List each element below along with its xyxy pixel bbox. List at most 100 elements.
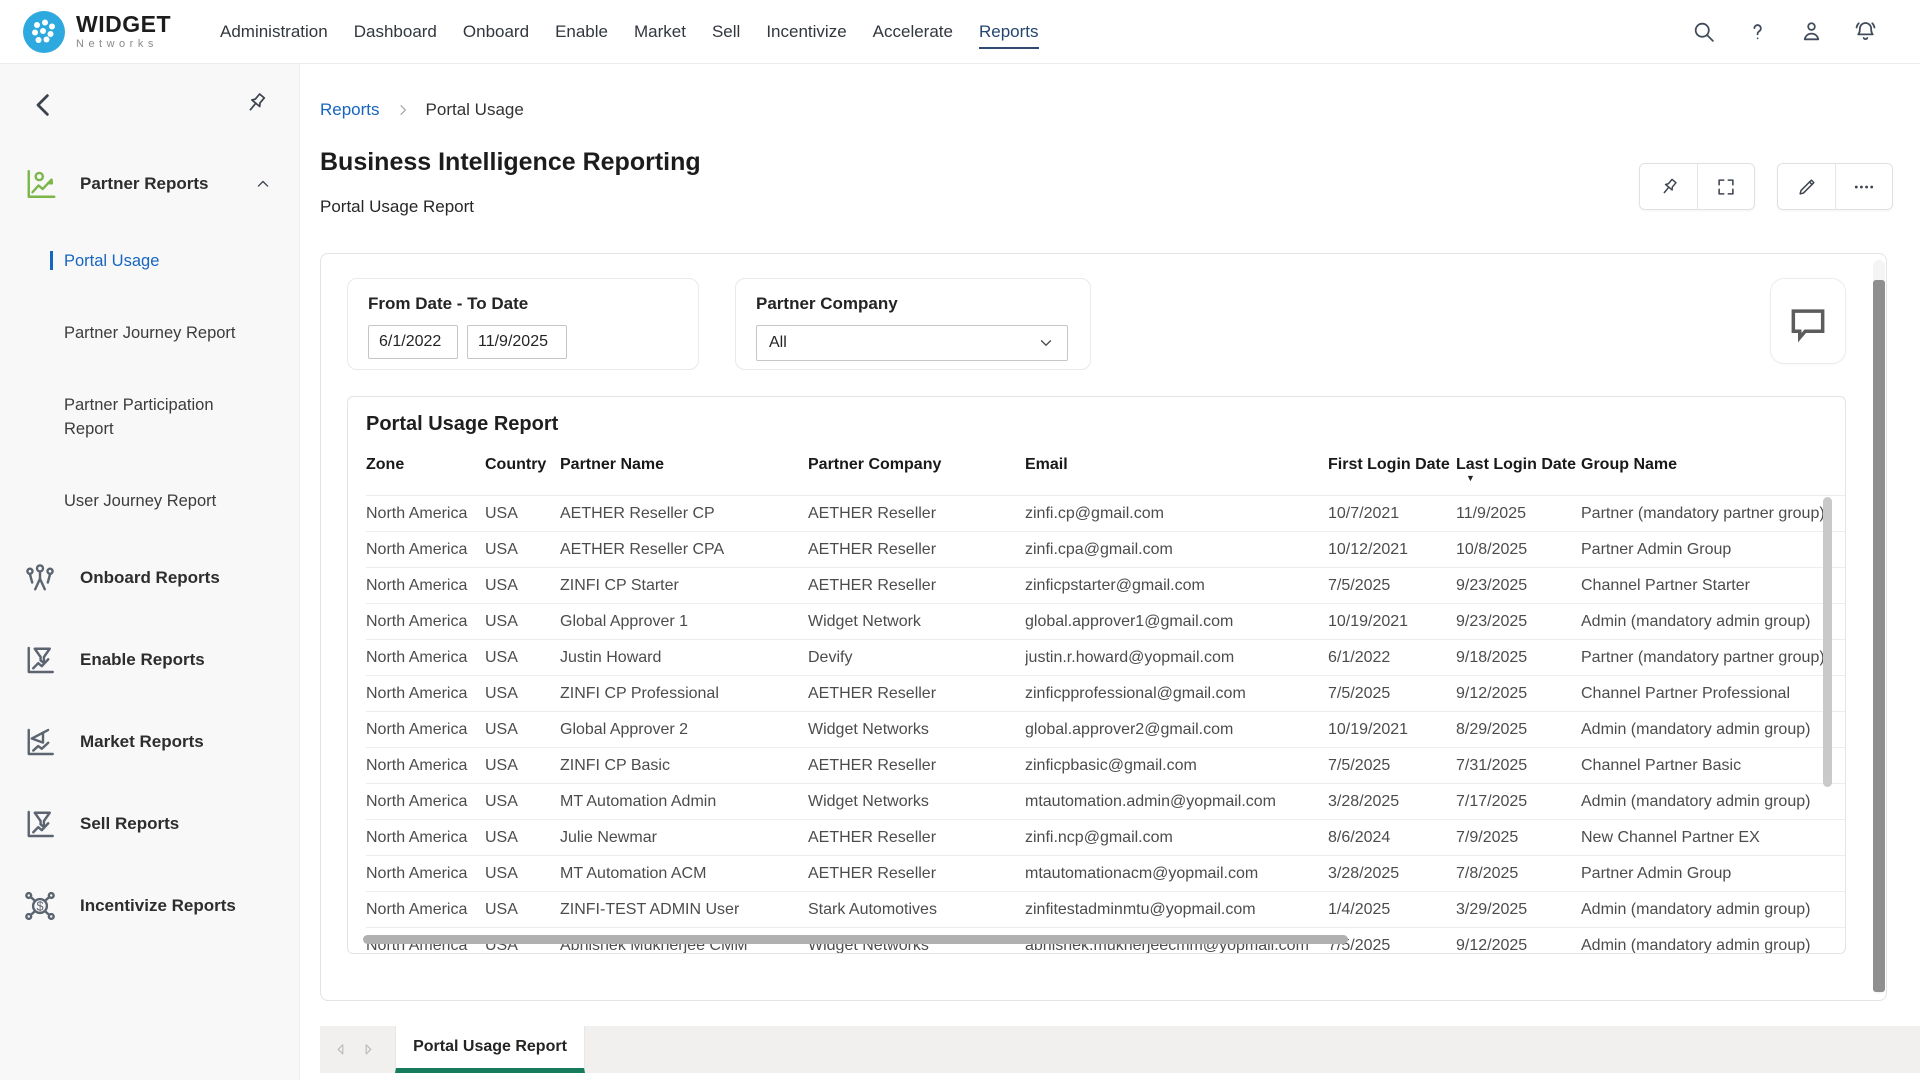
report-tab-strip: Portal Usage Report — [320, 1026, 1920, 1073]
table-cell: Devify — [808, 649, 1025, 667]
table-cell: ZINFI-TEST ADMIN User — [560, 901, 808, 919]
sidebar-section-label: Incentivize Reports — [80, 896, 236, 916]
nav-item-market[interactable]: Market — [621, 17, 699, 47]
table-cell: 10/19/2021 — [1328, 613, 1456, 631]
nav-item-accelerate[interactable]: Accelerate — [860, 17, 966, 47]
table-row[interactable]: North AmericaUSAZINFI CP BasicAETHER Res… — [366, 747, 1845, 783]
column-header-zone[interactable]: Zone — [366, 448, 485, 495]
nav-item-onboard[interactable]: Onboard — [450, 17, 542, 47]
notifications-icon[interactable] — [1853, 19, 1878, 44]
svg-text:$: $ — [36, 898, 43, 913]
table-cell: 10/8/2025 — [1456, 541, 1581, 559]
user-icon[interactable] — [1799, 19, 1824, 44]
tab-next-icon[interactable] — [363, 1043, 374, 1056]
table-cell: 9/12/2025 — [1456, 937, 1581, 955]
brand-name: WIDGET — [76, 13, 171, 36]
table-cell: North America — [366, 865, 485, 883]
tab-prev-icon[interactable] — [335, 1043, 346, 1056]
table-cell: North America — [366, 541, 485, 559]
table-cell: USA — [485, 685, 560, 703]
sell-reports-icon — [22, 806, 58, 842]
column-header-partner-company[interactable]: Partner Company — [808, 448, 1025, 495]
table-cell: 9/23/2025 — [1456, 577, 1581, 595]
table-row[interactable]: North AmericaUSAGlobal Approver 2Widget … — [366, 711, 1845, 747]
sidebar-item-partner-journey-report[interactable]: Partner Journey Report — [64, 322, 261, 346]
table-cell: 8/29/2025 — [1456, 721, 1581, 739]
table-row[interactable]: North AmericaUSAJulie NewmarAETHER Resel… — [366, 819, 1845, 855]
help-icon[interactable] — [1745, 19, 1770, 44]
back-icon[interactable] — [28, 90, 58, 120]
table-cell: Partner Admin Group — [1581, 541, 1845, 559]
nav-item-sell[interactable]: Sell — [699, 17, 753, 47]
nav-item-enable[interactable]: Enable — [542, 17, 621, 47]
table-cell: USA — [485, 721, 560, 739]
fullscreen-button[interactable] — [1697, 164, 1754, 209]
table-cell: zinfi.cp@gmail.com — [1025, 505, 1328, 523]
table-cell: Global Approver 1 — [560, 613, 808, 631]
table-title: Portal Usage Report — [366, 413, 1845, 436]
column-header-email[interactable]: Email — [1025, 448, 1328, 495]
sidebar-item-portal-usage[interactable]: Portal Usage — [64, 250, 261, 274]
column-header-first-login-date[interactable]: First Login Date — [1328, 448, 1456, 495]
table-cell: zinfi.ncp@gmail.com — [1025, 829, 1328, 847]
sidebar-section-onboard-reports[interactable]: Onboard Reports — [0, 560, 299, 596]
pin-sidebar-icon[interactable] — [243, 90, 269, 116]
table-cell: mtautomation.admin@yopmail.com — [1025, 793, 1328, 811]
nav-item-dashboard[interactable]: Dashboard — [341, 17, 450, 47]
sidebar-section-enable-reports[interactable]: Enable Reports — [0, 642, 299, 678]
breadcrumb-reports-link[interactable]: Reports — [320, 100, 380, 120]
table-cell: North America — [366, 649, 485, 667]
edit-report-button[interactable] — [1778, 164, 1835, 209]
table-row[interactable]: North AmericaUSAAETHER Reseller CPAETHER… — [366, 495, 1845, 531]
table-row[interactable]: North AmericaUSAGlobal Approver 1Widget … — [366, 603, 1845, 639]
table-cell: USA — [485, 541, 560, 559]
table-row[interactable]: North AmericaUSAMT Automation ACMAETHER … — [366, 855, 1845, 891]
sidebar-section-sell-reports[interactable]: Sell Reports — [0, 806, 299, 842]
report-toolbar — [1639, 163, 1893, 210]
table-row[interactable]: North AmericaUSAZINFI CP ProfessionalAET… — [366, 675, 1845, 711]
sidebar-section-partner-reports[interactable]: Partner Reports — [0, 166, 299, 202]
sidebar-item-partner-participation-report[interactable]: Partner Participation Report — [64, 394, 261, 442]
column-header-group-name[interactable]: Group Name — [1581, 448, 1845, 495]
table-cell: zinficpprofessional@gmail.com — [1025, 685, 1328, 703]
table-row[interactable]: North AmericaUSAMT Automation AdminWidge… — [366, 783, 1845, 819]
comment-bubble-icon — [1786, 301, 1830, 341]
comments-button[interactable] — [1770, 278, 1846, 364]
brand-logo[interactable]: WIDGET Networks — [22, 10, 171, 54]
nav-item-incentivize[interactable]: Incentivize — [753, 17, 859, 47]
table-cell: 11/9/2025 — [1456, 505, 1581, 523]
nav-item-administration[interactable]: Administration — [207, 17, 341, 47]
table-cell: ZINFI CP Basic — [560, 757, 808, 775]
table-cell: 3/28/2025 — [1328, 793, 1456, 811]
primary-nav: AdministrationDashboardOnboardEnableMark… — [207, 0, 1052, 63]
table-row[interactable]: North AmericaUSAJustin HowardDevifyjusti… — [366, 639, 1845, 675]
more-options-button[interactable] — [1835, 164, 1892, 209]
sidebar-section-market-reports[interactable]: Market Reports — [0, 724, 299, 760]
column-header-country[interactable]: Country — [485, 448, 560, 495]
to-date-input[interactable] — [467, 325, 567, 359]
chevron-up-icon[interactable] — [253, 174, 273, 194]
sidebar-section-incentivize-reports[interactable]: $ Incentivize Reports — [0, 888, 299, 924]
column-header-last-login-date[interactable]: Last Login Date▼ — [1456, 448, 1581, 495]
column-header-partner-name[interactable]: Partner Name — [560, 448, 808, 495]
table-cell: Admin (mandatory admin group) — [1581, 613, 1845, 631]
search-icon[interactable] — [1691, 19, 1716, 44]
table-cell: AETHER Reseller — [808, 577, 1025, 595]
table-cell: USA — [485, 613, 560, 631]
table-cell: AETHER Reseller — [808, 685, 1025, 703]
partner-company-select[interactable]: All — [756, 325, 1068, 361]
pin-report-button[interactable] — [1640, 164, 1697, 209]
from-date-input[interactable] — [368, 325, 458, 359]
nav-item-reports[interactable]: Reports — [966, 17, 1052, 47]
table-cell: Channel Partner Professional — [1581, 685, 1845, 703]
table-row[interactable]: North AmericaUSAZINFI-TEST ADMIN UserSta… — [366, 891, 1845, 927]
sidebar-item-user-journey-report[interactable]: User Journey Report — [64, 490, 261, 514]
table-horizontal-scrollbar[interactable] — [363, 935, 1348, 944]
table-cell: Partner (mandatory partner group) — [1581, 649, 1845, 667]
table-row[interactable]: North AmericaUSAZINFI CP StarterAETHER R… — [366, 567, 1845, 603]
tab-portal-usage-report[interactable]: Portal Usage Report — [395, 1026, 585, 1073]
table-row[interactable]: North AmericaUSAAETHER Reseller CPAAETHE… — [366, 531, 1845, 567]
chevron-right-icon — [395, 102, 411, 118]
report-vertical-scrollbar[interactable] — [1873, 280, 1885, 992]
table-vertical-scrollbar[interactable] — [1823, 497, 1832, 787]
